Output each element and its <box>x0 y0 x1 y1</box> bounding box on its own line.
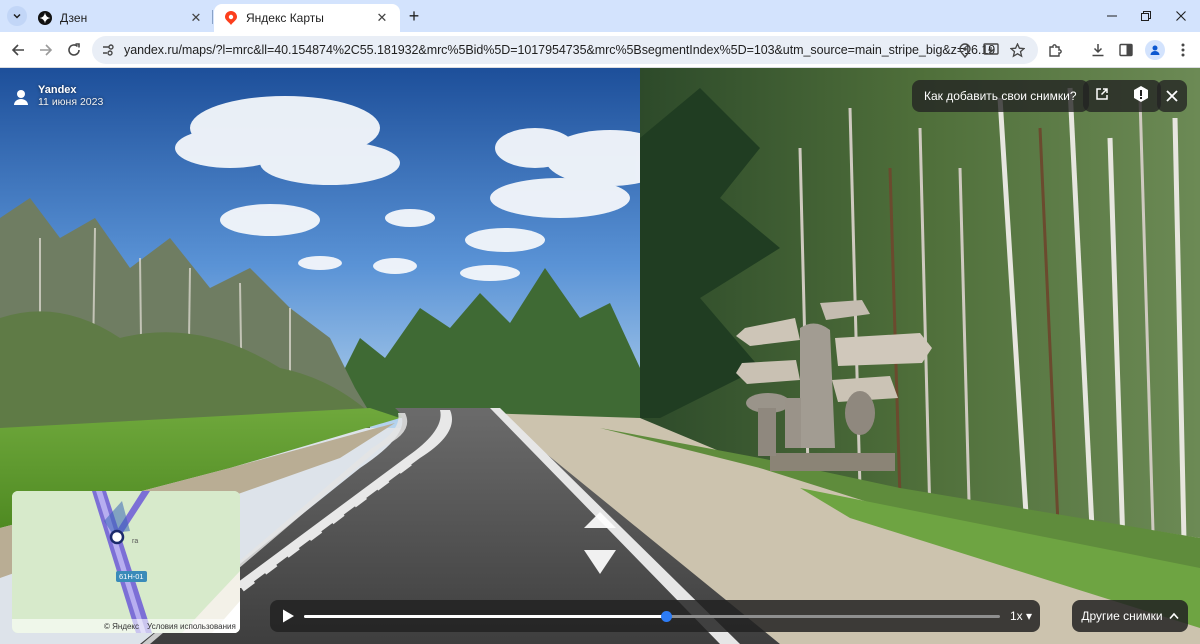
arrow-right-icon <box>40 44 53 56</box>
play-icon[interactable] <box>280 608 296 624</box>
photo-date: 11 июня 2023 <box>38 96 104 108</box>
browser-menu-button[interactable] <box>1173 40 1193 60</box>
dzen-icon <box>38 11 52 25</box>
forward-button[interactable] <box>34 38 58 62</box>
panorama-actions <box>1083 80 1161 112</box>
speed-value: 1x <box>1010 609 1023 623</box>
terms-link[interactable]: Условия использования <box>147 622 236 631</box>
other-photos-button[interactable]: Другие снимки <box>1072 600 1188 632</box>
street-panorama[interactable]: Yandex 11 июня 2023 Как добавить свои сн… <box>0 68 1200 644</box>
puzzle-icon <box>1049 44 1062 57</box>
progress-track[interactable] <box>304 611 1000 622</box>
author-info: Yandex 11 июня 2023 <box>38 84 103 108</box>
minimap-canvas[interactable] <box>12 491 240 633</box>
tab-dzen[interactable]: Дзен ✕ <box>28 4 214 32</box>
url-text[interactable]: yandex.ru/maps/?l=mrc&ll=40.154874%2C55.… <box>124 43 995 57</box>
user-avatar-icon <box>14 90 28 105</box>
side-panel-button[interactable] <box>1116 40 1136 60</box>
minimize-icon <box>1107 15 1117 17</box>
reload-button[interactable] <box>62 38 86 62</box>
downloads-button[interactable] <box>1088 40 1108 60</box>
minimize-button[interactable] <box>1094 4 1130 28</box>
road-number-badge: 61Н-01 <box>116 571 147 582</box>
tab-label: Яндекс Карты <box>246 11 324 25</box>
close-icon <box>1166 90 1178 102</box>
close-tab-icon[interactable]: ✕ <box>374 10 390 26</box>
minimap-place-label: га <box>132 538 139 545</box>
location-icon[interactable] <box>956 41 974 59</box>
other-photos-label: Другие снимки <box>1081 609 1163 623</box>
new-tab-button[interactable]: + <box>404 6 424 26</box>
kebab-menu-icon <box>1181 43 1185 57</box>
side-panel-icon <box>1119 43 1133 57</box>
back-button[interactable] <box>6 38 30 62</box>
close-panorama-button[interactable] <box>1157 80 1187 112</box>
chevron-down-icon <box>13 13 21 19</box>
move-forward-arrow-icon[interactable] <box>582 506 618 534</box>
minimap-footer: © Яндекс Условия использования <box>12 619 240 633</box>
progress-fill <box>304 615 666 618</box>
how-to-add-photos-button[interactable]: Как добавить свои снимки? <box>912 80 1089 112</box>
person-icon <box>1150 45 1160 55</box>
address-bar[interactable]: yandex.ru/maps/?l=mrc&ll=40.154874%2C55.… <box>92 36 1038 64</box>
browser-toolbar: yandex.ru/maps/?l=mrc&ll=40.154874%2C55.… <box>0 32 1200 68</box>
arrow-left-icon <box>11 44 24 56</box>
download-icon <box>1092 44 1104 57</box>
install-app-icon[interactable] <box>982 41 1000 59</box>
tab-separator <box>212 10 213 24</box>
panorama-author[interactable]: Yandex 11 июня 2023 <box>12 84 103 108</box>
share-icon[interactable] <box>1095 87 1109 106</box>
bookmark-star-icon[interactable] <box>1008 41 1026 59</box>
yandex-maps-pin-icon <box>224 11 238 25</box>
close-window-button[interactable] <box>1163 4 1199 28</box>
author-name: Yandex <box>38 84 77 96</box>
report-icon[interactable] <box>1132 85 1150 108</box>
close-icon <box>1176 11 1186 21</box>
chevron-up-icon <box>1169 612 1179 620</box>
tab-search-button[interactable] <box>7 6 27 26</box>
restore-button[interactable] <box>1128 4 1164 28</box>
minimap[interactable]: га 61Н-01 © Яндекс Условия использования <box>12 491 240 633</box>
tab-label: Дзен <box>60 11 88 25</box>
profile-avatar[interactable] <box>1145 40 1165 60</box>
copyright-text: © Яндекс <box>104 621 140 631</box>
reload-icon <box>68 43 80 56</box>
move-backward-arrow-icon[interactable] <box>582 548 618 576</box>
restore-icon <box>1141 11 1151 21</box>
tab-yandex-maps[interactable]: Яндекс Карты ✕ <box>214 4 400 32</box>
playback-speed-select[interactable]: 1x ▾ <box>1010 609 1032 623</box>
progress-thumb[interactable] <box>660 611 672 622</box>
site-settings-icon[interactable] <box>100 42 116 58</box>
close-tab-icon[interactable]: ✕ <box>188 10 204 26</box>
panorama-player: 1x ▾ <box>270 600 1040 632</box>
extensions-button[interactable] <box>1046 40 1066 60</box>
tab-strip: Дзен ✕ Яндекс Карты ✕ + <box>0 0 1200 32</box>
